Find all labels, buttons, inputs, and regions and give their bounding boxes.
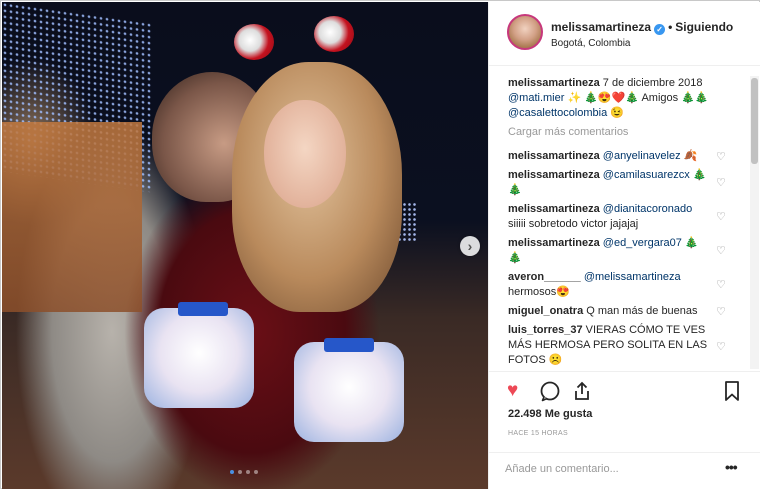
comment: melissamartineza @ed_vergara07 🎄🎄 [508, 236, 708, 266]
add-comment-bar: ••• [489, 452, 760, 486]
caption-text: ✨ 🎄😍❤️🎄 Amigos 🎄🎄 [564, 92, 709, 104]
comment-username[interactable]: miguel_onatra [508, 305, 583, 317]
comment-text: 🍂 [680, 150, 698, 162]
carousel-dot [246, 470, 250, 474]
comment-text: siiiii sobretodo victor jajajaj [508, 218, 639, 230]
woman-face [264, 100, 346, 208]
bookmark-icon[interactable] [723, 380, 741, 408]
like-comment-icon[interactable]: ♡ [716, 177, 728, 189]
comment-input[interactable] [505, 459, 715, 479]
carousel-indicator [230, 470, 258, 474]
post-timestamp: HACE 15 HORAS [508, 430, 568, 437]
comment-username[interactable]: melissamartineza [508, 150, 600, 162]
carousel-dot [238, 470, 242, 474]
comment-mention[interactable]: @melissamartineza [584, 271, 681, 283]
comment-text: Q man más de buenas [583, 305, 698, 317]
background-house [2, 122, 142, 312]
comment-username[interactable]: melissamartineza [508, 237, 600, 249]
like-comment-icon[interactable]: ♡ [716, 306, 728, 318]
headband-santa-left [234, 24, 274, 60]
caption-emoji: 😉 [607, 107, 624, 119]
following-button[interactable]: Siguiendo [675, 20, 733, 34]
like-comment-icon[interactable]: ♡ [716, 341, 728, 353]
avatar[interactable] [507, 14, 543, 50]
lantern-right [294, 342, 404, 442]
verified-badge-icon: ✓ [654, 24, 666, 35]
caption-date: 7 de diciembre 2018 [602, 77, 703, 89]
comment: luis_torres_37 VIERAS CÓMO TE VES MÁS HE… [508, 323, 708, 368]
comment: averon______ @melissamartineza hermosos😍 [508, 270, 708, 300]
instagram-post-window: › melissamartineza ✓ • Siguiendo Bogotá, Co… [0, 0, 760, 489]
lantern-left [144, 308, 254, 408]
scrollbar-thumb[interactable] [751, 78, 758, 164]
comment-username[interactable]: averon______ [508, 271, 581, 283]
comments-list[interactable]: melissamartineza 7 de diciembre 2018 @ma… [489, 66, 760, 371]
caption-mention[interactable]: @mati.mier [508, 92, 564, 104]
next-photo-button[interactable]: › [460, 236, 480, 256]
post-caption: melissamartineza 7 de diciembre 2018 @ma… [508, 76, 734, 121]
comment: melissamartineza @dianitacoronado siiiii… [508, 202, 708, 232]
comment-mention[interactable]: @anyelinavelez [603, 150, 681, 162]
comment: melissamartineza @anyelinavelez 🍂 [508, 149, 708, 164]
comment-icon[interactable] [539, 380, 561, 408]
like-comment-icon[interactable]: ♡ [716, 279, 728, 291]
carousel-dot [230, 470, 234, 474]
comment-mention[interactable]: @camilasuarezcx [603, 169, 690, 181]
headband-santa-right [314, 16, 354, 52]
comment-username[interactable]: melissamartineza [508, 203, 600, 215]
post-actions: ♥ 22.498 Me gusta HACE 15 HORAS ••• [489, 371, 760, 483]
more-options-button[interactable]: ••• [725, 459, 738, 475]
comment-username[interactable]: luis_torres_37 [508, 324, 583, 336]
share-icon[interactable] [571, 380, 593, 408]
header-line: melissamartineza ✓ • Siguiendo [551, 20, 733, 35]
comment: melissamartineza @camilasuarezcx 🎄🎄 [508, 168, 708, 198]
load-more-comments[interactable]: Cargar más comentarios [508, 126, 628, 138]
post-header: melissamartineza ✓ • Siguiendo Bogotá, Colo… [489, 2, 760, 66]
like-comment-icon[interactable]: ♡ [716, 211, 728, 223]
like-comment-icon[interactable]: ♡ [716, 245, 728, 257]
heart-filled-icon[interactable]: ♥ [507, 380, 518, 402]
comment-username[interactable]: melissamartineza [508, 169, 600, 181]
comment-mention[interactable]: @ed_vergara07 [603, 237, 682, 249]
comment: miguel_onatra Q man más de buenas [508, 304, 708, 319]
header-separator: • [668, 20, 673, 34]
post-photo[interactable]: › [2, 2, 488, 489]
lantern-right-cap [324, 338, 374, 352]
comment-text: hermosos😍 [508, 286, 570, 298]
caption-username[interactable]: melissamartineza [508, 77, 600, 89]
header-username[interactable]: melissamartineza [551, 20, 651, 34]
likes-count[interactable]: 22.498 Me gusta [508, 408, 592, 420]
carousel-dot [254, 470, 258, 474]
like-comment-icon[interactable]: ♡ [716, 151, 728, 163]
post-side-panel: melissamartineza ✓ • Siguiendo Bogotá, Colo… [488, 2, 760, 489]
comments-scrollbar[interactable] [750, 76, 759, 369]
comment-mention[interactable]: @dianitacoronado [603, 203, 692, 215]
lantern-left-cap [178, 302, 228, 316]
caption-mention[interactable]: @casalettocolombia [508, 107, 607, 119]
location-link[interactable]: Bogotá, Colombia [551, 38, 631, 49]
